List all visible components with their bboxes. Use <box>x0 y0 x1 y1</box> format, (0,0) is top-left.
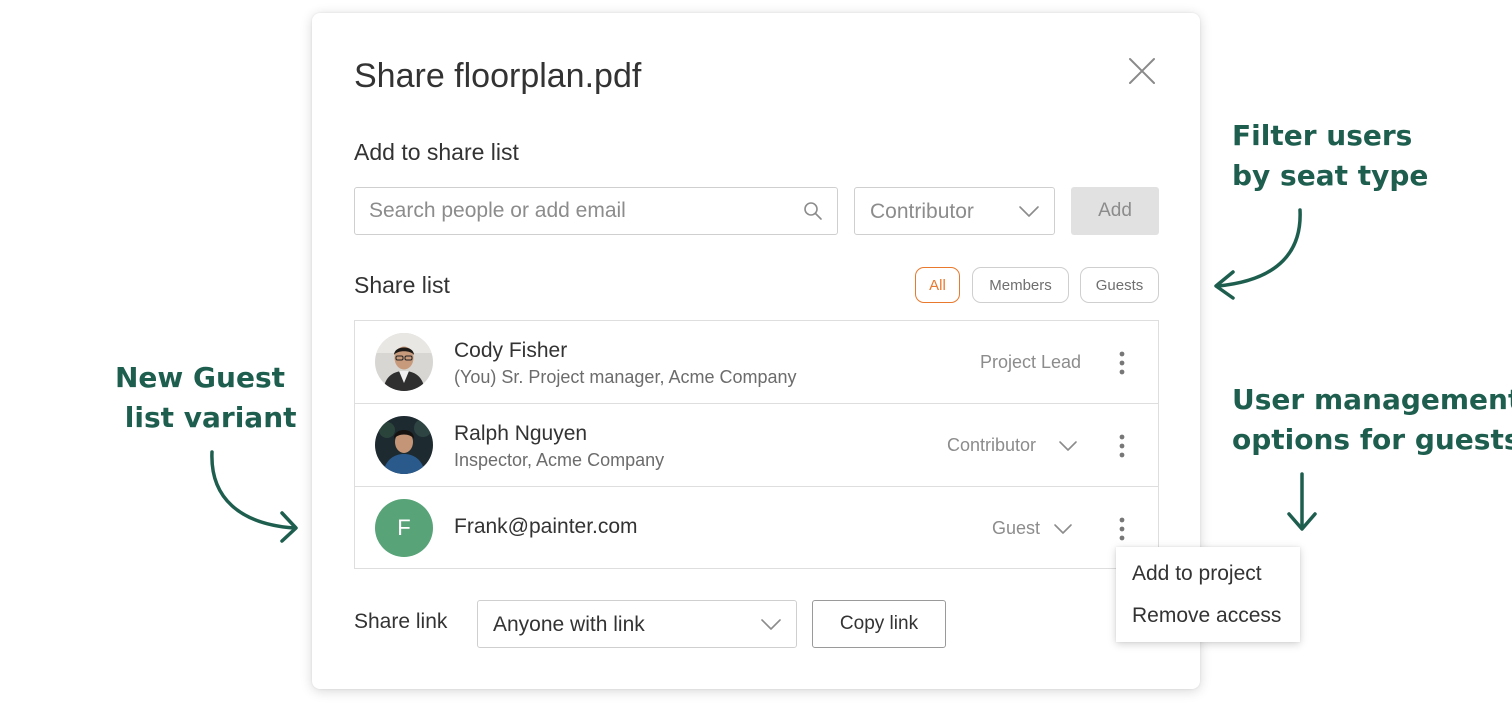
arrow-filter-icon <box>1214 208 1302 300</box>
chevron-down-icon <box>1054 524 1072 534</box>
search-icon <box>804 202 822 220</box>
close-icon <box>1129 58 1155 84</box>
user-subtitle: (You) Sr. Project manager, Acme Company <box>454 367 797 387</box>
chevron-down-icon <box>761 619 781 630</box>
menu-item-add-to-project[interactable]: Add to project <box>1132 562 1262 586</box>
more-vertical-icon[interactable] <box>1115 516 1129 542</box>
share-dialog: Share floorplan.pdf Add to share list Co… <box>312 13 1200 689</box>
search-field[interactable] <box>354 187 838 235</box>
share-link-value: Anyone with link <box>493 613 645 636</box>
add-button[interactable]: Add <box>1071 187 1159 235</box>
avatar <box>375 416 433 474</box>
chevron-down-icon <box>1059 441 1077 451</box>
role-label: Guest <box>992 518 1041 538</box>
user-subtitle: Inspector, Acme Company <box>454 450 665 470</box>
avatar <box>375 333 433 391</box>
close-button[interactable] <box>1126 55 1158 87</box>
share-link-select[interactable]: Anyone with link <box>477 600 797 648</box>
role-label: Project Lead <box>980 352 1082 372</box>
user-name: Cody Fisher <box>454 339 568 362</box>
share-list: Cody Fisher (You) Sr. Project manager, A… <box>354 320 1159 569</box>
arrow-guest-variant-icon <box>210 450 298 543</box>
share-list-label: Share list <box>354 272 450 298</box>
list-item: Ralph Nguyen Inspector, Acme Company Con… <box>355 403 1158 486</box>
avatar: F <box>375 499 433 557</box>
guest-options-menu: Add to project Remove access <box>1116 547 1300 642</box>
role-select-value: Contributor <box>870 200 974 223</box>
share-link-label: Share link <box>354 610 448 633</box>
annotation-filter-users: Filter users by seat type <box>1232 119 1429 192</box>
more-vertical-icon[interactable] <box>1115 350 1129 376</box>
list-item: F Frank@painter.com Guest <box>355 486 1158 569</box>
user-name: Ralph Nguyen <box>454 422 588 445</box>
more-vertical-icon[interactable] <box>1115 433 1129 459</box>
filter-members[interactable]: Members <box>972 267 1069 303</box>
search-input[interactable] <box>369 188 789 234</box>
filter-guests[interactable]: Guests <box>1080 267 1159 303</box>
dialog-title: Share floorplan.pdf <box>354 57 642 95</box>
copy-link-button[interactable]: Copy link <box>812 600 946 648</box>
annotation-guest-variant: New Guest list variant <box>115 361 297 434</box>
annotation-user-management: User management options for guests <box>1232 383 1512 456</box>
menu-item-remove-access[interactable]: Remove access <box>1132 604 1281 628</box>
role-select[interactable]: Contributor <box>854 187 1055 235</box>
user-name: Frank@painter.com <box>454 515 638 538</box>
filter-all[interactable]: All <box>915 267 960 303</box>
add-to-share-list-label: Add to share list <box>354 139 519 165</box>
role-label: Contributor <box>947 435 1037 455</box>
chevron-down-icon <box>1019 206 1039 217</box>
list-item: Cody Fisher (You) Sr. Project manager, A… <box>355 321 1158 404</box>
arrow-management-icon <box>1287 472 1317 531</box>
